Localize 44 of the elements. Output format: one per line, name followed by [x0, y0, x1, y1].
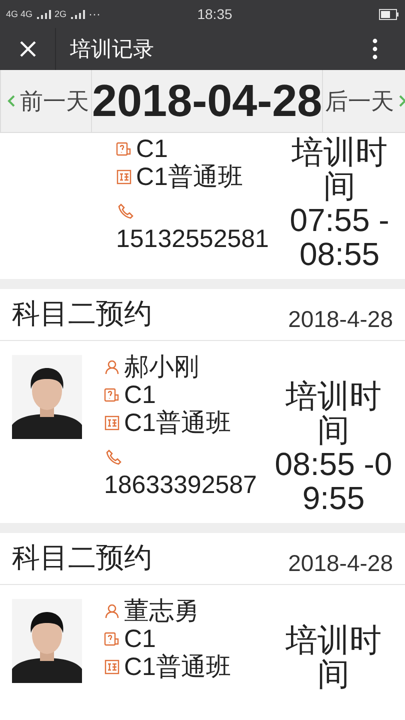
next-day-button[interactable]: 后一天 [322, 70, 405, 132]
time-label: 培训时间 [290, 135, 388, 203]
time-label: 培训时间 [284, 623, 382, 691]
license-type: C1 [124, 381, 156, 409]
phone-icon [118, 203, 134, 219]
class-icon [116, 169, 132, 185]
more-indicator: ··· [88, 7, 101, 21]
subject-title: 科目二预约 [12, 297, 152, 331]
person-icon [104, 359, 120, 375]
menu-icon[interactable] [371, 38, 379, 60]
time-label: 培训时间 [284, 379, 382, 447]
record-date: 2018-4-28 [288, 306, 393, 333]
phone-number: 18633392587 [104, 471, 258, 499]
battery-icon [379, 8, 399, 20]
signal-icon [36, 10, 51, 18]
current-date: 2018-04-28 [92, 74, 322, 128]
network-label: 4G 4G [6, 9, 33, 19]
phone-number: 15132552581 [116, 225, 270, 253]
class-name: C1普通班 [124, 409, 231, 437]
clock: 18:35 [196, 6, 234, 22]
chevron-right-icon [398, 94, 405, 108]
student-name: 郝小刚 [124, 353, 199, 381]
class-icon [104, 659, 120, 675]
previous-day-button[interactable]: 前一天 [0, 70, 92, 132]
training-time: 07:55 -08:55 [288, 203, 390, 271]
phone-icon [106, 449, 122, 465]
signal-icon [70, 10, 85, 18]
license-icon [104, 387, 120, 403]
network-label: 2G [54, 9, 67, 19]
license-icon [104, 631, 120, 647]
subject-title: 科目二预约 [12, 541, 152, 575]
student-name: 董志勇 [124, 597, 199, 625]
training-time: 08:55 -09:55 [274, 447, 394, 515]
person-icon [104, 603, 120, 619]
chevron-left-icon [7, 94, 16, 108]
license-icon [116, 141, 132, 157]
record-date: 2018-4-28 [288, 550, 393, 577]
page-title: 培训记录 [70, 37, 155, 63]
license-type: C1 [136, 135, 168, 163]
class-name: C1普通班 [136, 163, 243, 191]
class-icon [104, 415, 120, 431]
class-name: C1普通班 [124, 653, 231, 681]
close-icon[interactable] [18, 40, 36, 58]
license-type: C1 [124, 625, 156, 653]
